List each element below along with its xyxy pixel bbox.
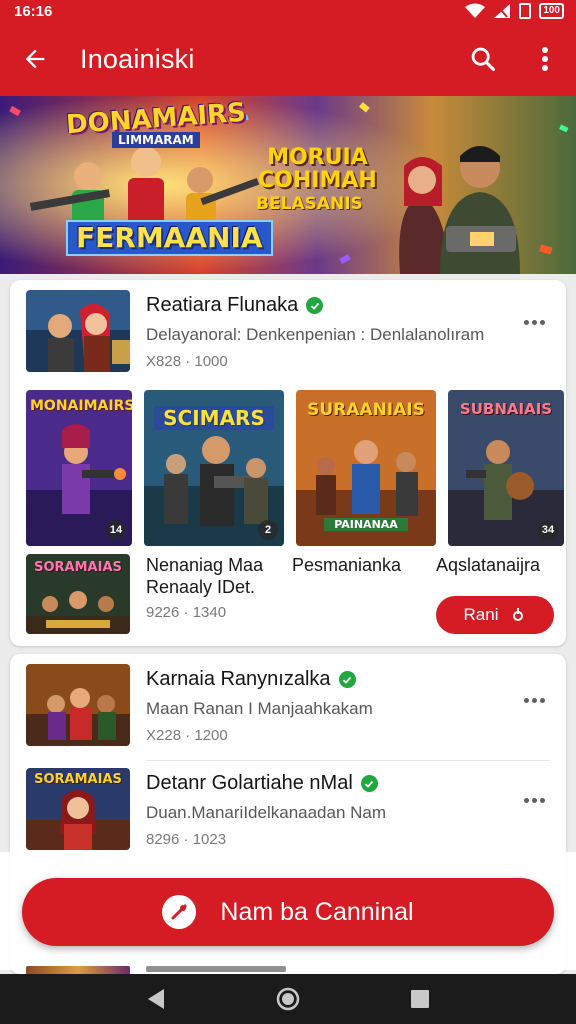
row-title-wrap: Detanr Golartiahe nMal <box>146 772 386 795</box>
promo-banner[interactable]: DONAMAIRS LIMMARAM FERMAANIA MORUIA COHIM… <box>0 96 576 274</box>
row-meta: X828 · 1000 <box>146 353 228 370</box>
status-bar: 16:16 100 <box>0 0 576 22</box>
gamepad-icon <box>162 895 197 929</box>
tile-badge: 2 <box>258 520 278 540</box>
download-icon <box>513 608 524 621</box>
gallery-tile[interactable]: SCIMARS 2 <box>144 390 284 546</box>
list-item[interactable]: Reatiara Flunaka Delayanoral: Denkenpeni… <box>10 280 566 372</box>
tile-label: PAINANAA <box>324 518 408 531</box>
game-name: Nenaniag Maa Renaaly IDet. <box>146 555 264 597</box>
row-subtitle: Maan Ranan I Manjaahkakam <box>146 699 373 718</box>
gallery-footer: SORAMAIAS Nenaniag Maa Renaaly IDet. Pes… <box>10 554 566 640</box>
game-name: Aqslatanaijra <box>436 555 541 575</box>
install-button[interactable]: Rani <box>436 596 554 634</box>
nav-back-button[interactable] <box>136 979 176 1019</box>
banner-logo-bottom: FERMAANIA <box>66 220 273 256</box>
gallery-tile[interactable]: MONAIMAIRS 14 <box>26 390 132 546</box>
search-icon <box>471 47 496 72</box>
list-item[interactable]: SORAMAIAS Detanr Golartiahe nMal Duan.Ma… <box>10 758 566 850</box>
more-horiz-icon[interactable] <box>520 698 548 714</box>
tile-title: SORAMAIAS <box>34 772 122 787</box>
game-card: Reatiara Flunaka Delayanoral: Denkenpeni… <box>10 280 566 646</box>
game-name: Pesmanianka <box>292 555 402 575</box>
wifi-icon <box>465 3 486 18</box>
row-meta: X228 · 1200 <box>146 727 228 744</box>
tile-badge: 14 <box>106 520 126 540</box>
row-text: Reatiara Flunaka Delayanoral: Denkenpeni… <box>146 294 484 370</box>
banner-headline: MORUIA COHIMAH <box>258 146 377 192</box>
primary-action-button[interactable]: Nam ba Canninal <box>22 878 554 946</box>
banner-line-3: BELASANIS <box>256 194 363 214</box>
more-horiz-icon[interactable] <box>520 320 548 336</box>
row-text: Detanr Golartiahe nMal Duan.ManariIdelka… <box>146 772 386 848</box>
next-item-thumbnail <box>26 966 130 974</box>
next-item-title <box>146 966 286 972</box>
tile-title: SORAMAIAS <box>34 560 122 575</box>
install-label: Rani <box>463 605 499 624</box>
primary-action-label: Nam ba Canninal <box>220 897 414 926</box>
search-button[interactable] <box>452 22 514 96</box>
banner-line-1: MORUIA <box>267 145 368 170</box>
row-meta: 8296 · 1023 <box>146 831 227 848</box>
tile-title: MONAIMAIRS <box>30 398 132 414</box>
tile-title: SCIMARS <box>154 406 274 430</box>
status-time: 16:16 <box>14 2 53 20</box>
row-subtitle: Duan.ManariIdelkanaadan Nam <box>146 803 387 822</box>
game-thumbnail <box>26 290 130 372</box>
signal-icon <box>494 4 511 18</box>
game-thumbnail: SORAMAIAS <box>26 768 130 850</box>
nav-home-button[interactable] <box>268 979 308 1019</box>
game-thumbnail <box>26 664 130 746</box>
row-title-wrap: Reatiara Flunaka <box>146 294 484 317</box>
more-horiz-icon[interactable] <box>520 798 548 814</box>
page-title: Inoainiski <box>80 43 195 74</box>
gallery-tile[interactable]: SURAANIAIS PAINANAA <box>296 390 436 546</box>
row-title-wrap: Karnaia Ranynızalka <box>146 668 373 691</box>
verified-icon <box>360 775 378 792</box>
more-vert-icon <box>542 47 548 71</box>
status-icons: 100 <box>465 3 564 19</box>
game-thumbnail[interactable]: SORAMAIAS <box>26 554 130 634</box>
row-subtitle: Delayanoral: Denkenpenian : Denlalanolır… <box>146 325 485 344</box>
overflow-menu-button[interactable] <box>514 22 576 96</box>
verified-icon <box>338 671 356 688</box>
back-button[interactable] <box>0 22 70 96</box>
tile-badge: 34 <box>538 520 558 540</box>
row-text: Karnaia Ranynızalka Maan Ranan I Manjaah… <box>146 668 373 744</box>
tile-title: SUBNAIAIS <box>459 400 553 418</box>
app-bar: Inoainiski <box>0 22 576 96</box>
arrow-left-icon <box>25 49 45 69</box>
screenshot-gallery: MONAIMAIRS 14 SCIMARS 2 SURAANIAIS PAINA… <box>26 390 564 548</box>
nav-recents-icon <box>411 990 429 1008</box>
system-nav-bar <box>0 974 576 1024</box>
banner-logo-sub: LIMMARAM <box>112 132 200 148</box>
battery-icon: 100 <box>539 3 564 19</box>
verified-icon <box>306 297 324 314</box>
row-title: Karnaia Ranynızalka <box>146 668 331 690</box>
row-title: Reatiara Flunaka <box>146 294 299 316</box>
nav-home-icon <box>276 987 300 1011</box>
nav-recents-button[interactable] <box>400 979 440 1019</box>
banner-line-2: COHIMAH <box>258 168 377 194</box>
tile-title: SURAANIAIS <box>307 400 425 420</box>
list-item[interactable]: Karnaia Ranynızalka Maan Ranan I Manjaah… <box>10 654 566 746</box>
game-meta: 9226 · 1340 <box>146 604 227 621</box>
sim-icon <box>519 3 532 19</box>
nav-back-icon <box>148 989 164 1009</box>
row-title: Detanr Golartiahe nMal <box>146 772 353 794</box>
gallery-tile[interactable]: SUBNAIAIS 34 <box>448 390 564 546</box>
